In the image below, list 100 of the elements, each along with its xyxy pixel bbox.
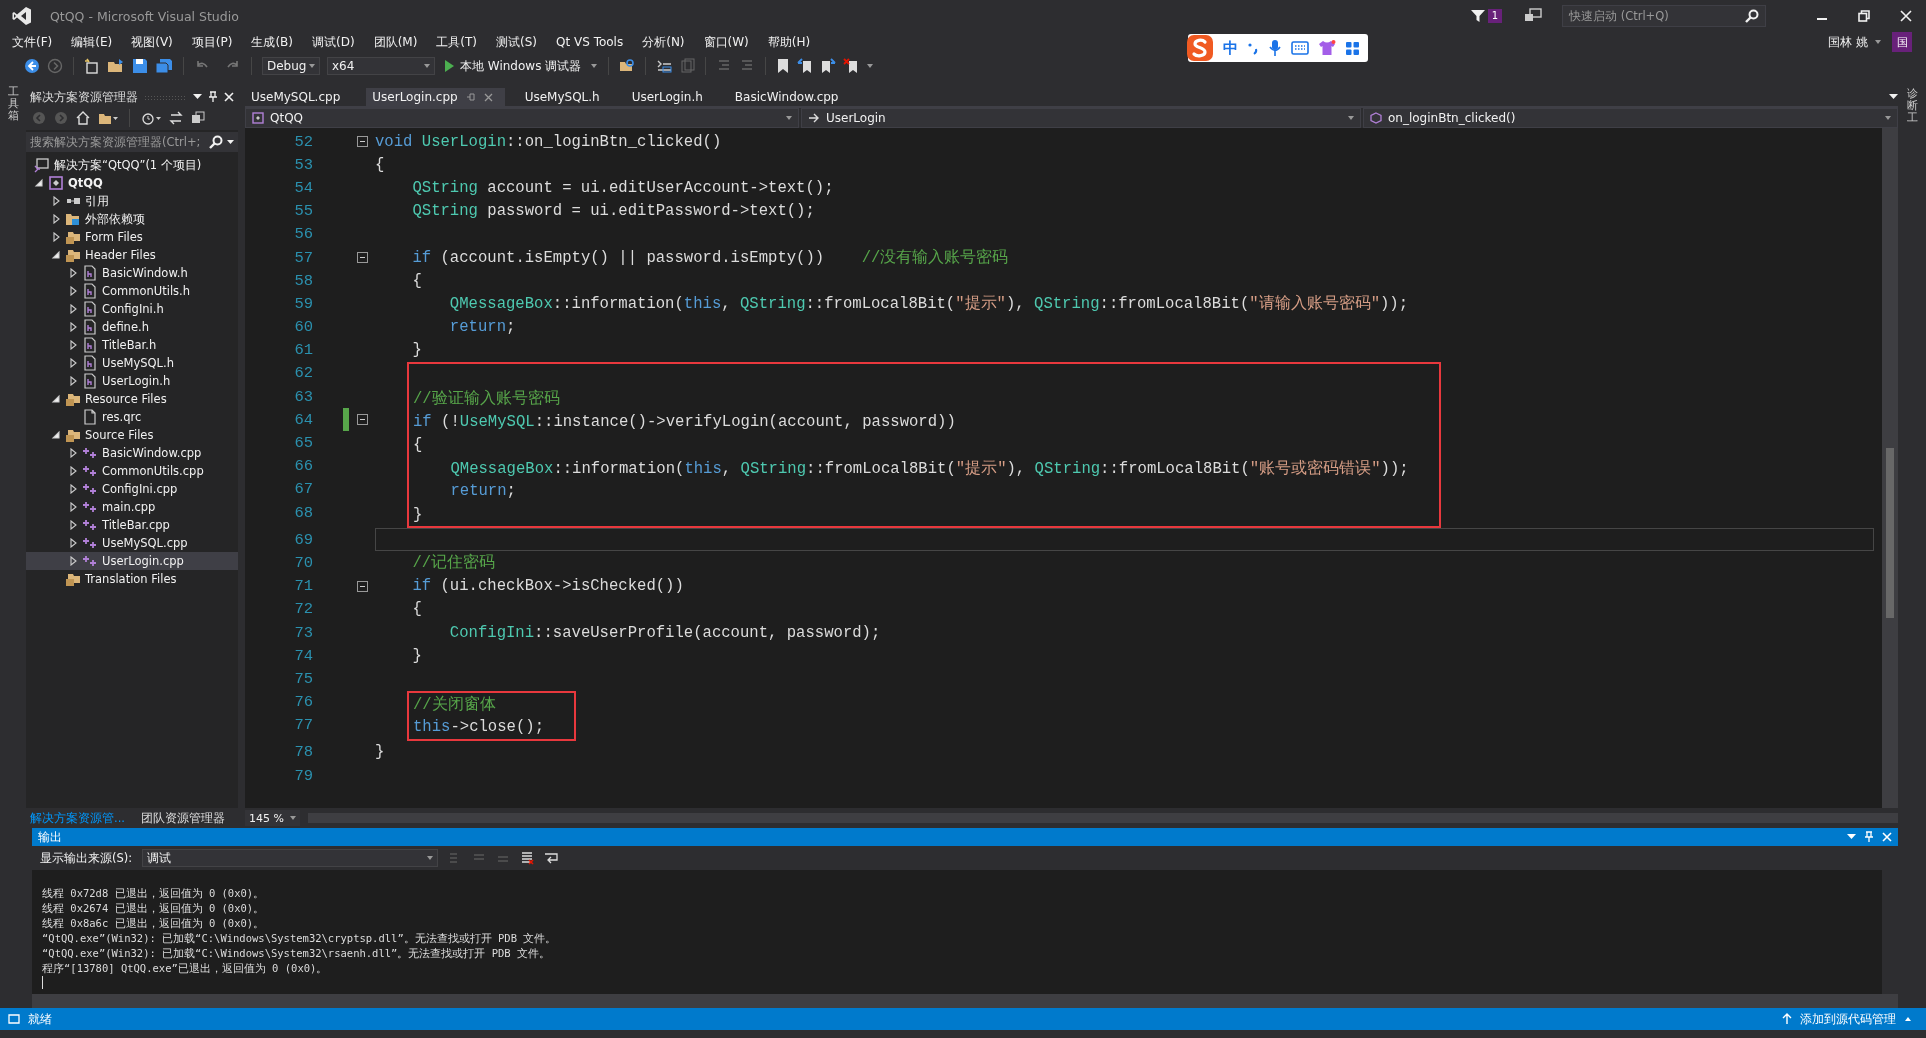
caret-icon[interactable] xyxy=(1874,39,1882,45)
tree-item[interactable]: BasicWindow.h xyxy=(102,266,188,280)
tree-item[interactable]: res.qrc xyxy=(102,410,142,424)
menu-item[interactable]: 测试(S) xyxy=(496,33,538,51)
expanded-arrow-icon[interactable] xyxy=(51,394,61,404)
collapsed-arrow-icon[interactable] xyxy=(68,466,78,476)
menu-item[interactable]: 视图(V) xyxy=(131,33,173,51)
indent-icon[interactable] xyxy=(656,58,673,74)
output-source-dropdown[interactable]: 调试 xyxy=(142,849,439,867)
tree-item[interactable]: UseMySQL.cpp xyxy=(102,536,188,550)
caret-icon[interactable] xyxy=(590,63,599,69)
file-tab[interactable]: UseMySQL.cpp xyxy=(245,88,353,106)
search-field[interactable]: 搜索解决方案资源管理器(Ctrl+; xyxy=(26,132,238,152)
zoom-dropdown[interactable]: 145 % xyxy=(245,810,300,826)
menu-item[interactable]: 团队(M) xyxy=(373,33,418,51)
back-icon[interactable] xyxy=(24,58,40,74)
history-icon[interactable] xyxy=(141,111,161,125)
file-tab[interactable]: UserLogin.h xyxy=(625,88,715,106)
expanded-arrow-icon[interactable] xyxy=(34,178,44,188)
collapsed-arrow-icon[interactable] xyxy=(68,520,78,530)
input-mode-label[interactable]: 中 xyxy=(1223,38,1238,58)
collapsed-arrow-icon[interactable] xyxy=(51,196,61,206)
tree-item[interactable]: main.cpp xyxy=(102,500,156,514)
collapsed-arrow-icon[interactable] xyxy=(68,376,78,386)
collapsed-arrow-icon[interactable] xyxy=(68,286,78,296)
run-debugger-button[interactable]: 本地 Windows 调试器 xyxy=(442,57,584,75)
menu-item[interactable]: 帮助(H) xyxy=(767,33,811,51)
tree-item[interactable]: Header Files xyxy=(85,248,156,262)
avatar[interactable]: 国 xyxy=(1892,32,1912,52)
collapsed-arrow-icon[interactable] xyxy=(68,358,78,368)
shirt-icon[interactable] xyxy=(1318,40,1336,56)
collapse-icon[interactable] xyxy=(356,414,368,426)
menu-item[interactable]: 编辑(E) xyxy=(71,33,113,51)
scope-dropdown[interactable]: UserLogin xyxy=(801,108,1361,128)
tree-item[interactable]: Form Files xyxy=(85,230,143,244)
collapsed-arrow-icon[interactable] xyxy=(51,214,61,224)
tree-item[interactable]: Source Files xyxy=(85,428,154,442)
scrollbar[interactable] xyxy=(1882,128,1898,808)
save-all-icon[interactable] xyxy=(155,58,173,74)
restore-icon[interactable] xyxy=(1858,10,1870,22)
new-project-icon[interactable] xyxy=(84,58,100,74)
platform-dropdown[interactable]: x64 xyxy=(327,57,435,75)
previous-bookmark-icon[interactable] xyxy=(797,58,814,74)
search-icon[interactable] xyxy=(209,135,223,149)
caret-icon[interactable] xyxy=(193,94,202,100)
next-bookmark-icon[interactable] xyxy=(820,58,837,74)
file-tab[interactable]: UseMySQL.h xyxy=(518,88,612,106)
quick-launch-field[interactable]: 快速启动 (Ctrl+Q) xyxy=(1562,5,1766,27)
menu-item[interactable]: 调试(D) xyxy=(312,33,355,51)
menu-item[interactable]: 项目(P) xyxy=(191,33,233,51)
panel-tab[interactable]: 团队资源管理器 xyxy=(140,810,225,826)
home-icon[interactable] xyxy=(76,111,90,125)
tree-item[interactable]: TitleBar.cpp xyxy=(102,518,170,532)
tree-item[interactable]: CommonUtils.h xyxy=(102,284,191,298)
tree-item[interactable]: ConfigIni.h xyxy=(102,302,164,316)
collapsed-arrow-icon[interactable] xyxy=(68,268,78,278)
collapse-icon[interactable] xyxy=(356,580,368,592)
tree-item[interactable]: QtQQ xyxy=(68,176,103,190)
menu-item[interactable]: 文件(F) xyxy=(12,33,53,51)
forward-icon[interactable] xyxy=(47,58,63,74)
panel-tab[interactable]: 解决方案资源管... xyxy=(30,810,125,826)
expanded-arrow-icon[interactable] xyxy=(51,250,61,260)
tree-item[interactable]: BasicWindow.cpp xyxy=(102,446,202,460)
collapsed-arrow-icon[interactable] xyxy=(68,340,78,350)
grid-icon[interactable] xyxy=(1345,40,1360,56)
tree-item[interactable]: Resource Files xyxy=(85,392,167,406)
collapsed-arrow-icon[interactable] xyxy=(68,538,78,548)
notification-count[interactable]: 1 xyxy=(1487,9,1502,23)
tree-item[interactable]: CommonUtils.cpp xyxy=(102,464,204,478)
menu-item[interactable]: 窗口(W) xyxy=(703,33,749,51)
collapsed-arrow-icon[interactable] xyxy=(68,556,78,566)
microphone-icon[interactable] xyxy=(1268,39,1282,57)
configuration-dropdown[interactable]: Debug xyxy=(262,57,320,75)
expanded-arrow-icon[interactable] xyxy=(51,430,61,440)
caret-icon[interactable] xyxy=(866,63,875,69)
bookmark-icon[interactable] xyxy=(776,58,791,74)
tree-item[interactable]: UserLogin.h xyxy=(102,374,171,388)
collapsed-arrow-icon[interactable] xyxy=(68,502,78,512)
project-dropdown[interactable]: QtQQ xyxy=(245,108,799,128)
clear-all-icon[interactable] xyxy=(520,851,535,865)
diagnostic-tools-tab[interactable]: 诊断工 xyxy=(1906,88,1918,828)
tree-item[interactable]: Translation Files xyxy=(85,572,177,586)
tree-item[interactable]: 引用 xyxy=(85,193,109,209)
collapse-icon[interactable] xyxy=(356,136,368,148)
collapse-all-icon[interactable] xyxy=(191,111,205,125)
user-name[interactable]: 国林 姚 xyxy=(1828,33,1868,51)
find-in-files-icon[interactable] xyxy=(619,58,636,74)
collapsed-arrow-icon[interactable] xyxy=(68,304,78,314)
search-icon[interactable] xyxy=(1745,9,1759,23)
toolbox-tab[interactable]: 工具箱 xyxy=(7,86,19,828)
switch-views-icon[interactable] xyxy=(98,111,118,125)
scrollbar[interactable] xyxy=(32,994,1898,1008)
collapsed-arrow-icon[interactable] xyxy=(68,322,78,332)
collapsed-arrow-icon[interactable] xyxy=(68,484,78,494)
caret-icon[interactable] xyxy=(227,139,234,145)
tree-item[interactable]: 解决方案“QtQQ”(1 个项目) xyxy=(54,157,202,173)
tree-item[interactable]: 外部依赖项 xyxy=(85,211,145,227)
filter-icon[interactable] xyxy=(1469,8,1486,24)
menu-item[interactable]: 生成(B) xyxy=(251,33,293,51)
menu-item[interactable]: 工具(T) xyxy=(436,33,478,51)
